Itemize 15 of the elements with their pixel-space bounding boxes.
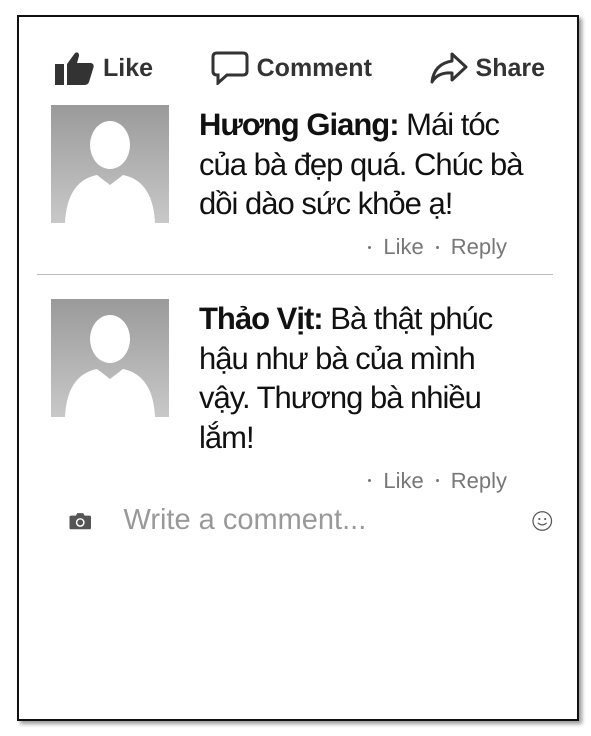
avatar-placeholder-icon xyxy=(51,105,169,223)
avatar-placeholder-icon xyxy=(51,299,169,418)
share-arrow-icon xyxy=(430,52,468,84)
like-link[interactable]: Like xyxy=(383,234,424,260)
reply-link[interactable]: Reply xyxy=(450,468,507,494)
speech-bubble-icon xyxy=(210,51,249,85)
comment-input[interactable]: Write a comment... xyxy=(121,503,502,538)
like-button[interactable]: Like xyxy=(55,51,154,85)
comment-text: Thảo Vịt: Bà thật phúc hậu như bà của mình vậy. Thương bà nhiều lắm! xyxy=(199,300,494,458)
comment-text: Hương Giang: Mái tóc của bà đẹp quá. Chúc bà dồi dào sức khỏe ạ! xyxy=(199,106,524,224)
reply-link[interactable]: Reply xyxy=(450,234,507,260)
like-link[interactable]: Like xyxy=(383,468,424,494)
share-button[interactable]: Share xyxy=(430,52,545,84)
comment-button[interactable]: Comment xyxy=(210,51,372,85)
thumbs-up-icon xyxy=(55,51,95,85)
